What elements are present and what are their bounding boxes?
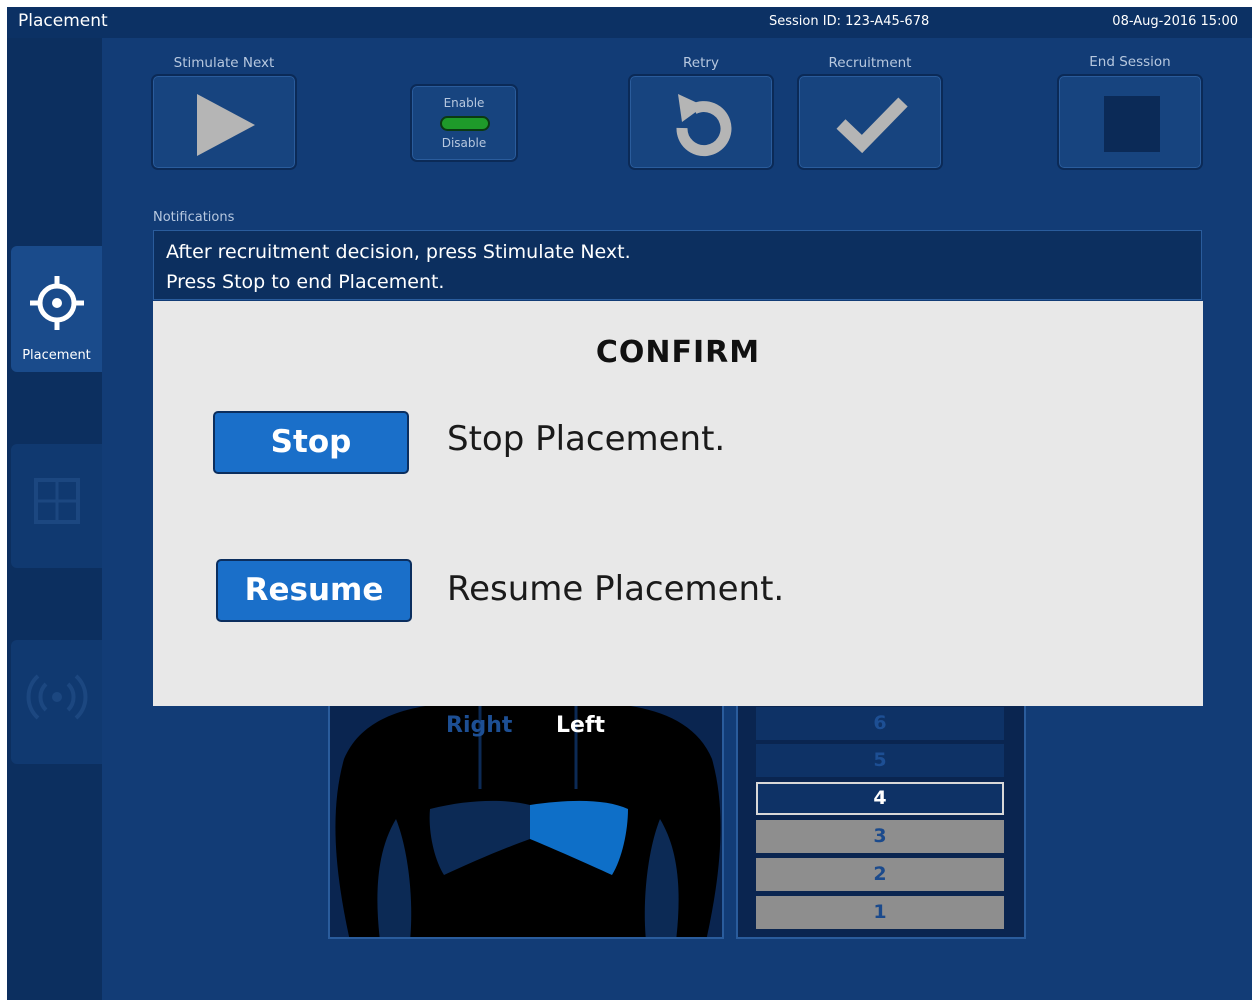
stop-description: Stop Placement. [447, 419, 726, 459]
toggle-indicator [440, 116, 490, 131]
recruitment-label: Recruitment [828, 55, 912, 71]
stimulate-next-button[interactable] [151, 74, 297, 170]
notifications-panel: After recruitment decision, press Stimul… [153, 230, 1202, 300]
confirm-dialog: CONFIRM Stop Stop Placement. Resume Resu… [153, 301, 1203, 706]
sidebar: Placement [7, 38, 102, 1000]
sidebar-item-grid[interactable] [11, 444, 102, 568]
stop-square-icon [1104, 96, 1160, 152]
resume-description: Resume Placement. [447, 569, 785, 609]
stimulate-next-label: Stimulate Next [173, 55, 275, 71]
left-side-label: Left [556, 713, 606, 738]
play-icon [197, 94, 255, 156]
sidebar-item-placement[interactable]: Placement [11, 246, 102, 372]
crosshair-icon [30, 276, 84, 330]
enable-label: Enable [443, 96, 485, 110]
signal-icon [26, 674, 88, 720]
title-bar: Placement Session ID: 123-A45-678 08-Aug… [7, 7, 1252, 38]
notifications-label: Notifications [153, 210, 235, 225]
level-1[interactable]: 1 [756, 896, 1004, 929]
retry-icon [676, 94, 732, 157]
date-time: 08-Aug-2016 15:00 [1112, 14, 1238, 29]
sidebar-item-label: Placement [22, 348, 91, 363]
resume-button[interactable]: Resume [216, 559, 412, 622]
session-id: Session ID: 123-A45-678 [769, 14, 930, 29]
level-6[interactable]: 6 [756, 707, 1004, 740]
retry-label: Retry [683, 55, 719, 71]
retry-button[interactable] [628, 74, 774, 170]
level-4[interactable]: 4 [756, 782, 1004, 815]
notification-line: Press Stop to end Placement. [166, 271, 445, 293]
end-session-button[interactable] [1057, 74, 1203, 170]
level-selector: 6 5 4 3 2 1 [736, 697, 1026, 939]
level-3[interactable]: 3 [756, 820, 1004, 853]
recruitment-button[interactable] [797, 74, 943, 170]
checkmark-icon [836, 97, 908, 154]
torso-diagram: Right Left [328, 697, 724, 939]
dialog-title: CONFIRM [595, 335, 761, 370]
disable-label: Disable [441, 136, 487, 150]
end-session-label: End Session [1089, 54, 1171, 70]
level-2[interactable]: 2 [756, 858, 1004, 891]
right-side-label: Right [446, 713, 513, 738]
notification-line: After recruitment decision, press Stimul… [166, 241, 631, 263]
sidebar-item-signal[interactable] [11, 640, 102, 764]
stop-button[interactable]: Stop [213, 411, 409, 474]
level-5[interactable]: 5 [756, 744, 1004, 777]
grid-icon [34, 478, 80, 524]
enable-disable-toggle[interactable]: Enable Disable [410, 84, 518, 162]
torso-illustration [330, 699, 722, 937]
window-title: Placement [18, 11, 108, 31]
